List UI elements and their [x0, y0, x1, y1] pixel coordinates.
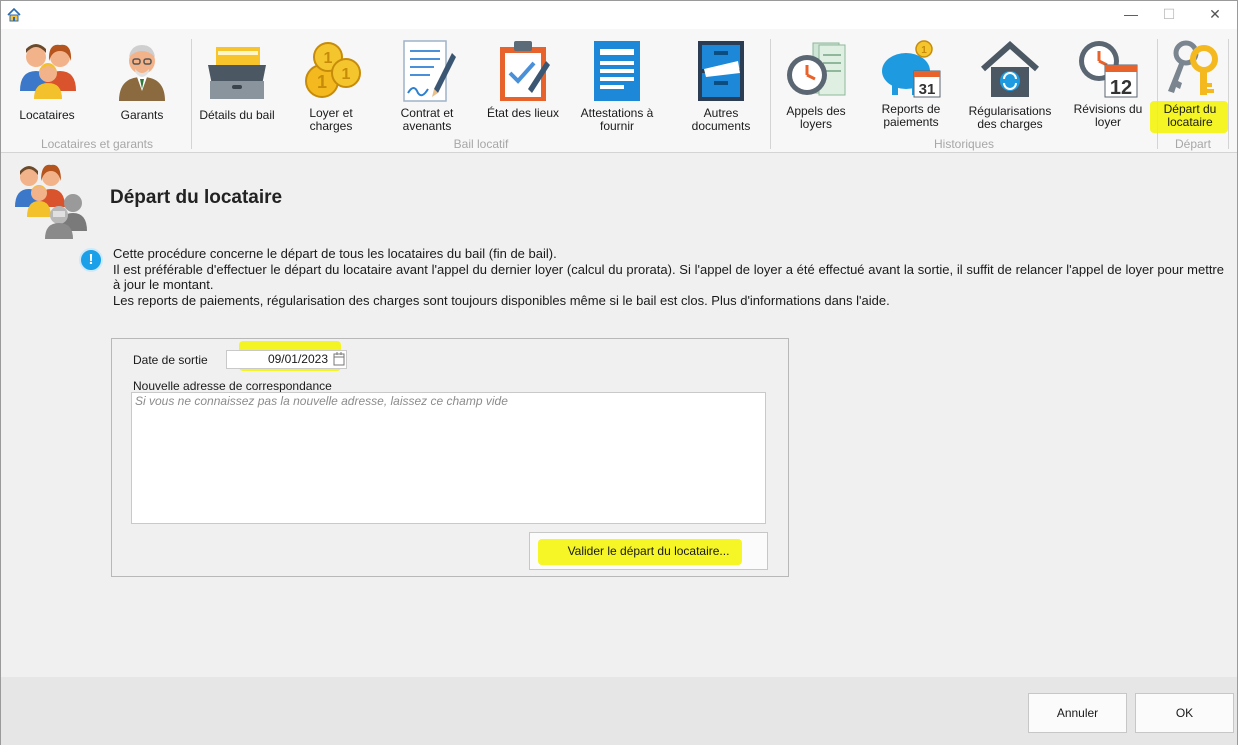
maximize-button[interactable]: ☐	[1159, 5, 1179, 23]
clock-receipts-icon	[787, 42, 846, 96]
ribbon-autres-documents-button[interactable]: Autres documents	[687, 39, 755, 133]
piggy-calendar-icon: 1 31	[882, 40, 941, 98]
ribbon-attestations-button[interactable]: Attestations à fournir	[573, 39, 661, 133]
svg-text:1: 1	[324, 50, 333, 67]
ribbon-regularisations-label: Régularisations des charges	[968, 104, 1052, 131]
ribbon-contrat-label: Contrat et avenants	[400, 106, 454, 133]
info-line: Cette procédure concerne le départ de to…	[113, 246, 557, 261]
checklist-icon	[500, 41, 550, 101]
keys-icon	[1168, 40, 1218, 95]
ribbon-etat-lieux-label: État des lieux	[486, 106, 560, 120]
ribbon-toolbar: Locataires Garants Détails du bail 1 1 1…	[1, 29, 1237, 153]
address-textarea[interactable]: Si vous ne connaissez pas la nouvelle ad…	[131, 392, 766, 524]
clock-calendar-icon: 12	[1079, 41, 1138, 99]
tenants-departure-icon	[15, 164, 87, 239]
cancel-button[interactable]: Annuler	[1028, 693, 1127, 733]
svg-text:1: 1	[342, 66, 351, 83]
ribbon-depart-label: Départ du locataire	[1163, 102, 1217, 129]
tenants-icon	[20, 44, 76, 99]
group-label-bail: Bail locatif	[453, 137, 509, 151]
group-separator	[191, 39, 192, 149]
ribbon-appels-button[interactable]: Appels des loyers	[779, 41, 853, 131]
group-label-locataires: Locataires et garants	[40, 137, 154, 151]
page-title: Départ du locataire	[110, 187, 283, 208]
ribbon-details-bail-label: Détails du bail	[199, 108, 275, 122]
calendar-day-text: 31	[919, 81, 936, 98]
title-bar: — ☐ ✕	[1, 1, 1237, 29]
ribbon-reports-button[interactable]: 1 31 Reports de paiements	[875, 39, 947, 129]
group-separator	[770, 39, 771, 149]
calendar-icon[interactable]	[333, 352, 345, 366]
validate-departure-button[interactable]: Valider le départ du locataire...	[529, 532, 768, 570]
ribbon-depart-button[interactable]: Départ du locataire	[1157, 37, 1223, 129]
ribbon-revisions-label: Révisions du loyer	[1073, 102, 1143, 129]
filing-cabinet-icon	[698, 41, 744, 101]
coins-icon: 1 1 1	[305, 42, 361, 98]
ribbon-locataires-button[interactable]: Locataires	[9, 41, 85, 122]
ribbon-loyer-charges-label: Loyer et charges	[309, 106, 353, 133]
ribbon-contrat-button[interactable]: Contrat et avenants	[393, 39, 461, 133]
date-input[interactable]: 09/01/2023	[226, 350, 347, 369]
close-button[interactable]: ✕	[1205, 5, 1225, 23]
date-label: Date de sortie	[133, 353, 208, 367]
svg-text:1: 1	[921, 45, 927, 56]
ribbon-loyer-charges-button[interactable]: 1 1 1 Loyer et charges	[298, 39, 364, 133]
group-label-depart: Départ	[1174, 137, 1212, 151]
address-label: Nouvelle adresse de correspondance	[133, 379, 332, 393]
ribbon-garants-label: Garants	[120, 108, 164, 122]
info-line: Il est préférable d'effectuer le départ …	[113, 261, 1224, 293]
validate-departure-label: Valider le départ du locataire...	[567, 544, 730, 558]
minimize-button[interactable]: —	[1121, 5, 1141, 23]
ribbon-attestations-label: Attestations à fournir	[580, 106, 654, 133]
ribbon-regularisations-button[interactable]: Régularisations des charges	[963, 41, 1057, 131]
ribbon-etat-lieux-button[interactable]: État des lieux	[479, 39, 567, 120]
dialog-window: — ☐ ✕ Locataires Garants Détails du bail…	[0, 0, 1238, 745]
ribbon-revisions-button[interactable]: 12 Révisions du loyer	[1069, 39, 1147, 129]
calendar-day-text-2: 12	[1110, 77, 1132, 99]
ribbon-locataires-label: Locataires	[19, 108, 75, 122]
document-list-icon	[594, 41, 640, 101]
ribbon-reports-label: Reports de paiements	[881, 102, 941, 129]
info-icon: !	[79, 248, 103, 272]
info-text: Cette procédure concerne le départ de to…	[113, 246, 1224, 308]
group-separator	[1228, 39, 1229, 149]
ok-button[interactable]: OK	[1135, 693, 1234, 733]
ribbon-garants-button[interactable]: Garants	[107, 41, 177, 122]
ribbon-details-bail-button[interactable]: Détails du bail	[193, 41, 281, 122]
house-refresh-icon	[981, 41, 1039, 97]
contract-icon	[403, 40, 456, 102]
ribbon-appels-label: Appels des loyers	[786, 104, 846, 131]
svg-text:1: 1	[317, 72, 327, 92]
box-icon	[208, 47, 266, 99]
ribbon-autres-documents-label: Autres documents	[691, 106, 751, 133]
app-home-icon	[7, 7, 21, 22]
group-label-historiques: Historiques	[933, 137, 995, 151]
info-line: Les reports de paiements, régularisation…	[113, 292, 890, 308]
guarantor-icon	[119, 45, 165, 101]
